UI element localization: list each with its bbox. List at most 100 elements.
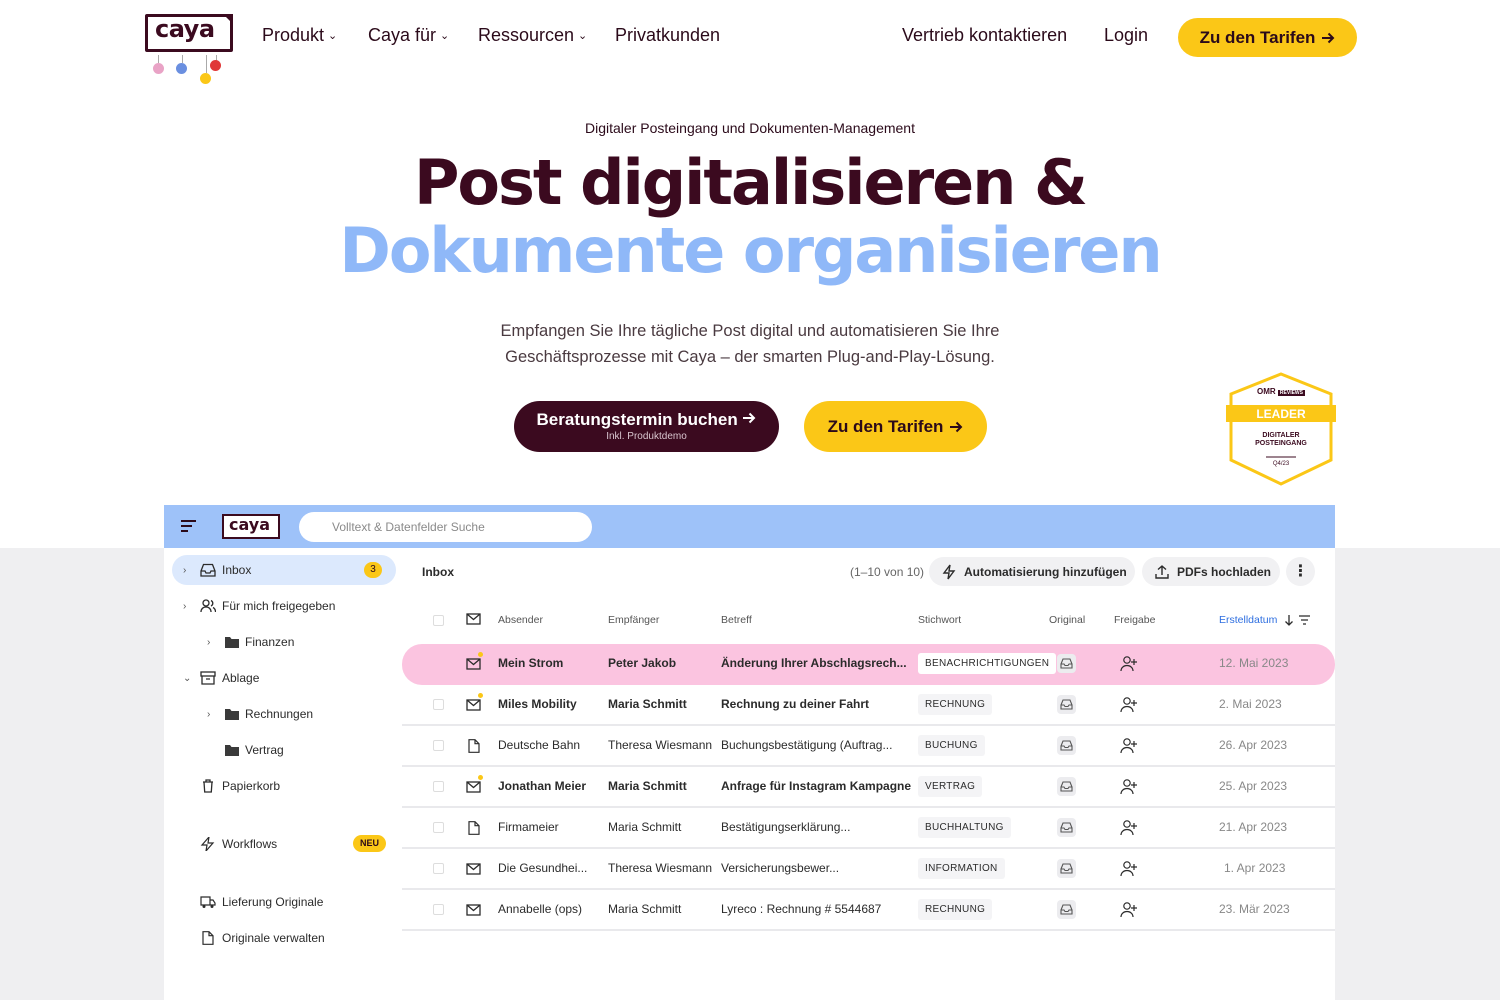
keyword-tag[interactable]: BUCHUNG (918, 735, 985, 756)
row-checkbox[interactable] (433, 699, 444, 710)
badge-ribbon: LEADER (1256, 407, 1306, 421)
upload-pdf-button[interactable]: PDFs hochladen (1142, 557, 1280, 586)
menu-icon[interactable] (181, 520, 196, 532)
keyword-tag[interactable]: RECHNUNG (918, 694, 993, 715)
app-logo-text: caya (229, 515, 271, 534)
keyword-tag[interactable]: VERTRAG (918, 776, 983, 797)
table-row[interactable]: Mein Strom Peter Jakob Änderung Ihrer Absc… (402, 644, 1335, 685)
share-user-icon[interactable] (1120, 737, 1138, 754)
original-button[interactable] (1057, 654, 1076, 673)
table-row[interactable]: Annabelle (ops) Maria Schmitt Lyreco : Rec… (402, 890, 1335, 931)
nav-tarife-button[interactable]: Zu den Tarifen (1178, 18, 1357, 57)
caya-logo[interactable]: caya (145, 14, 235, 86)
new-badge: NEU (353, 835, 386, 852)
add-automation-button[interactable]: Automatisierung hinzufügen (929, 557, 1135, 586)
hero-tarife-button[interactable]: Zu den Tarifen (804, 401, 987, 452)
row-checkbox[interactable] (433, 822, 444, 833)
original-button[interactable] (1057, 900, 1076, 919)
sidebar-item-rechnungen[interactable]: › Rechnungen (172, 699, 396, 729)
column-erstelldatum[interactable]: Erstelldatum (1219, 614, 1277, 626)
cell-subject: Änderung Ihrer Abschlagsrech... (721, 656, 907, 670)
sidebar-item-finanzen[interactable]: › Finanzen (172, 627, 396, 657)
app-logo[interactable]: caya (222, 514, 280, 539)
sidebar-item-originale[interactable]: Originale verwalten (172, 923, 396, 953)
nav-login[interactable]: Login (1104, 25, 1148, 46)
cell-date: 21. Apr 2023 (1219, 820, 1288, 834)
tray-icon (1060, 822, 1073, 833)
original-button[interactable] (1057, 859, 1076, 878)
sidebar-item-lieferung[interactable]: Lieferung Originale (172, 887, 396, 917)
nav-ressourcen-label: Ressourcen (478, 25, 575, 45)
column-freigabe[interactable]: Freigabe (1114, 614, 1155, 626)
cell-date: 23. Mär 2023 (1219, 902, 1290, 916)
sidebar-item-label: Originale verwalten (222, 931, 325, 945)
original-button[interactable] (1057, 818, 1076, 837)
share-user-icon[interactable] (1120, 901, 1138, 918)
sidebar-item-ablage[interactable]: ⌄ Ablage (172, 663, 396, 693)
nav-privatkunden[interactable]: Privatkunden (615, 25, 720, 46)
share-user-icon[interactable] (1120, 655, 1138, 672)
column-betreff[interactable]: Betreff (721, 614, 752, 626)
cell-sender: Firmameier (498, 820, 559, 834)
share-user-icon[interactable] (1120, 778, 1138, 795)
nav-produkt[interactable]: Produkt ⌄ (262, 25, 337, 46)
original-button[interactable] (1057, 736, 1076, 755)
chevron-down-icon: ⌄ (440, 30, 450, 42)
sidebar-item-inbox[interactable]: › Inbox 3 (172, 555, 396, 585)
cell-sender: Jonathan Meier (498, 779, 587, 793)
column-absender[interactable]: Absender (498, 614, 543, 626)
table-row[interactable]: Firmameier Maria Schmitt Bestätigungserklä… (402, 808, 1335, 849)
keyword-tag[interactable]: BUCHHALTUNG (918, 817, 1011, 838)
select-all-checkbox[interactable] (433, 615, 444, 626)
row-checkbox[interactable] (433, 863, 444, 874)
beratungstermin-text: Beratungstermin buchen (536, 410, 738, 429)
beratungstermin-button[interactable]: Beratungstermin buchen Inkl. Produktdemo (514, 401, 779, 452)
cell-subject: Anfrage für Instagram Kampagne (721, 779, 912, 793)
badge-brand-reviews: REVIEWS (1277, 390, 1305, 396)
badge-line1: DIGITALER (1262, 432, 1300, 439)
sidebar-item-workflows[interactable]: Workflows NEU (172, 829, 396, 859)
column-empfaenger[interactable]: Empfänger (608, 614, 659, 626)
cell-subject: Buchungsbestätigung (Auftrag... (721, 738, 893, 752)
filter-icon[interactable] (1299, 615, 1310, 625)
share-user-icon[interactable] (1120, 696, 1138, 713)
search-input[interactable]: Volltext & Datenfelder Suche (299, 512, 592, 542)
row-checkbox[interactable] (433, 781, 444, 792)
nav-caya-fuer[interactable]: Caya für ⌄ (368, 25, 449, 46)
lightning-icon (200, 837, 215, 851)
more-options-icon[interactable]: ⋮ (1286, 557, 1315, 586)
document-icon (202, 931, 214, 945)
keyword-tag[interactable]: INFORMATION (918, 858, 1005, 879)
sidebar-item-papierkorb[interactable]: Papierkorb (172, 771, 396, 801)
cell-date: 26. Apr 2023 (1219, 738, 1288, 752)
original-button[interactable] (1057, 777, 1076, 796)
folder-icon (225, 709, 239, 720)
mail-icon (466, 863, 481, 875)
sidebar-item-vertrag[interactable]: Vertrag (172, 735, 396, 765)
nav-ressourcen[interactable]: Ressourcen ⌄ (478, 25, 587, 46)
column-original[interactable]: Original (1049, 614, 1085, 626)
table-row[interactable]: Miles Mobility Maria Schmitt Rechnung zu d… (402, 685, 1335, 726)
keyword-tag[interactable]: RECHNUNG (918, 899, 993, 920)
cell-sender: Miles Mobility (498, 697, 577, 711)
arrow-right-icon (1322, 32, 1335, 43)
table-row[interactable]: Deutsche Bahn Theresa Wiesmann Buchungsbes… (402, 726, 1335, 767)
cell-recipient: Maria Schmitt (608, 902, 682, 916)
chevron-right-icon: › (207, 636, 211, 648)
nav-vertrieb-kontaktieren[interactable]: Vertrieb kontaktieren (902, 25, 1067, 46)
row-checkbox[interactable] (433, 740, 444, 751)
document-icon (468, 821, 480, 835)
sidebar-item-shared[interactable]: › Für mich freigegeben (172, 591, 396, 621)
share-user-icon[interactable] (1120, 819, 1138, 836)
share-user-icon[interactable] (1120, 860, 1138, 877)
mail-icon (466, 699, 481, 711)
folder-icon (225, 745, 239, 756)
column-stichwort[interactable]: Stichwort (918, 614, 961, 626)
sort-arrow-down-icon[interactable] (1284, 614, 1294, 626)
table-row[interactable]: Die Gesundhei... Theresa Wiesmann Versiche… (402, 849, 1335, 890)
row-checkbox[interactable] (433, 904, 444, 915)
table-row[interactable]: Jonathan Meier Maria Schmitt Anfrage für I… (402, 767, 1335, 808)
cell-sender: Die Gesundhei... (498, 861, 588, 875)
keyword-tag[interactable]: BENACHRICHTIGUNGEN (918, 653, 1057, 674)
original-button[interactable] (1057, 695, 1076, 714)
